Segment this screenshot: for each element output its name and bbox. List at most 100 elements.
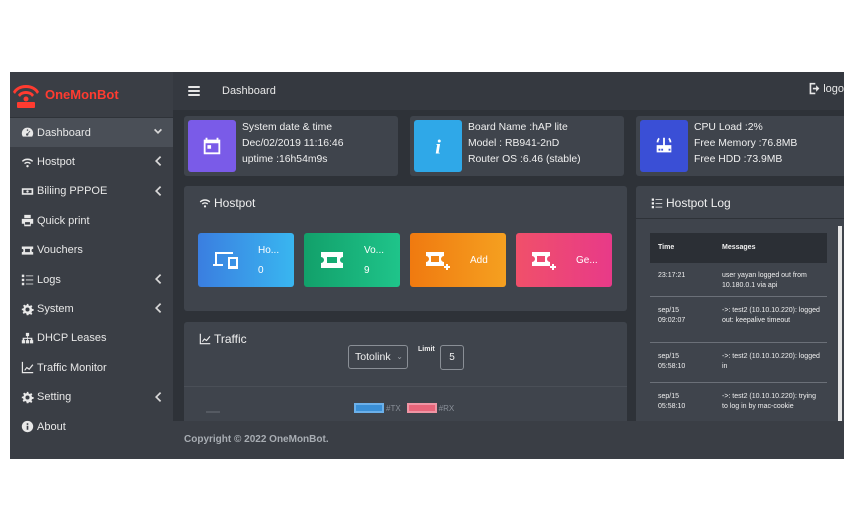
copyright-text: Copyright © 2022 OneMonBot. bbox=[184, 434, 329, 445]
wifi-icon bbox=[20, 156, 35, 169]
info-box-resources: CPU Load :2% Free Memory :76.8MB Free HD… bbox=[636, 116, 844, 176]
footer: Copyright © 2022 OneMonBot. bbox=[173, 421, 844, 459]
wifi-logo-icon bbox=[13, 84, 39, 108]
sidebar-item-logs[interactable]: Logs bbox=[10, 265, 173, 294]
sidebar-item-billing-pppoe[interactable]: Biliing PPPOE bbox=[10, 177, 173, 206]
logout-icon bbox=[809, 82, 820, 95]
board-name: Board Name :hAP lite bbox=[468, 122, 568, 133]
sidebar-item-dashboard[interactable]: Dashboard bbox=[10, 118, 173, 148]
sidebar-item-setting[interactable]: Setting bbox=[10, 383, 173, 412]
chevron-down-icon bbox=[153, 126, 163, 138]
tx-legend-swatch bbox=[354, 403, 384, 413]
system-date-title: System date & time bbox=[242, 122, 333, 133]
log-message: ->: test2 (10.10.10.220): trying to log … bbox=[722, 393, 816, 410]
vouchers-tile[interactable]: Vo... 9 bbox=[304, 233, 400, 287]
table-row: sep/15 05:58:10 ->: test2 (10.10.10.220)… bbox=[650, 343, 827, 383]
print-icon bbox=[20, 214, 35, 227]
router-icon bbox=[640, 120, 688, 172]
traffic-divider bbox=[184, 386, 627, 387]
sidebar-item-label: Logs bbox=[37, 273, 61, 286]
interface-select[interactable]: Totolink ⌄ bbox=[348, 345, 408, 369]
info-box-board: i Board Name :hAP lite Model : RB941-2nD… bbox=[410, 116, 624, 176]
sidebar-item-label: Vouchers bbox=[37, 244, 83, 257]
chevron-down-icon: ⌄ bbox=[396, 352, 403, 361]
chart-icon bbox=[20, 361, 35, 374]
hostpot-log-title: Hostpot Log bbox=[666, 196, 731, 210]
traffic-card: Traffic Totolink ⌄ Limit 5 #TX #RX bbox=[184, 322, 627, 432]
system-date-value: Dec/02/2019 11:16:46 bbox=[242, 138, 344, 149]
table-row: sep/15 09:02:07 ->: test2 (10.10.10.220)… bbox=[650, 297, 827, 343]
uptime-value: uptime :16h54m9s bbox=[242, 154, 328, 165]
dashboard-icon bbox=[20, 126, 35, 139]
chevron-left-icon bbox=[153, 185, 163, 197]
sidebar-item-hostpot[interactable]: Hostpot bbox=[10, 147, 173, 176]
log-header-messages: Messages bbox=[722, 244, 756, 251]
info-icon: i bbox=[414, 120, 462, 172]
sidebar-item-about[interactable]: About bbox=[10, 412, 173, 441]
sitemap-icon bbox=[20, 332, 35, 345]
log-time: 23:17:21 bbox=[658, 272, 686, 279]
sidebar-item-dhcp-leases[interactable]: DHCP Leases bbox=[10, 324, 173, 353]
topbar: Dashboard logo bbox=[173, 72, 844, 110]
scrollbar[interactable] bbox=[838, 226, 842, 421]
brand[interactable]: OneMonBot bbox=[10, 72, 173, 118]
sidebar-item-quick-print[interactable]: Quick print bbox=[10, 206, 173, 235]
log-time: sep/15 09:02:07 bbox=[658, 307, 686, 324]
ticket-icon bbox=[20, 244, 35, 257]
tile-count: 9 bbox=[364, 265, 370, 276]
add-voucher-tile[interactable]: Add bbox=[410, 233, 506, 287]
money-icon bbox=[20, 185, 35, 198]
tile-label: Ge... bbox=[576, 255, 598, 266]
rx-legend-label: #RX bbox=[438, 403, 455, 413]
hostpot-log-card: Hostpot Log Time Messages 23:17:21 user … bbox=[636, 186, 844, 432]
menu-toggle-icon[interactable] bbox=[188, 86, 200, 96]
router-os: Router OS :6.46 (stable) bbox=[468, 154, 581, 165]
sidebar-item-label: Hostpot bbox=[37, 156, 75, 169]
ticket-add-icon bbox=[530, 249, 558, 271]
info-box-system-time: System date & time Dec/02/2019 11:16:46 … bbox=[184, 116, 398, 176]
log-message: user yayan logged out from 10.180.0.1 vi… bbox=[722, 272, 807, 289]
chart-axis-stub bbox=[206, 411, 220, 413]
limit-input[interactable]: 5 bbox=[440, 345, 464, 370]
log-table-header: Time Messages bbox=[650, 233, 827, 263]
sidebar-item-label: Setting bbox=[37, 391, 72, 404]
sidebar-item-label: Traffic Monitor bbox=[37, 361, 107, 374]
free-memory: Free Memory :76.8MB bbox=[694, 138, 798, 149]
sidebar-item-label: About bbox=[37, 420, 66, 433]
free-hdd: Free HDD :73.9MB bbox=[694, 154, 783, 165]
sidebar-item-vouchers[interactable]: Vouchers bbox=[10, 236, 173, 265]
sidebar-item-label: DHCP Leases bbox=[37, 332, 107, 345]
chevron-left-icon bbox=[153, 391, 163, 403]
traffic-card-title: Traffic bbox=[214, 332, 247, 346]
logout-link[interactable]: logo bbox=[808, 82, 844, 95]
hostpot-card: Hostpot Ho... 0 Vo... 9 Add Ge... bbox=[184, 186, 627, 311]
info-icon bbox=[20, 420, 35, 433]
cog-icon bbox=[20, 391, 35, 404]
chart-icon bbox=[199, 333, 211, 345]
interface-select-value: Totolink bbox=[355, 351, 391, 363]
gear-icon bbox=[20, 303, 35, 316]
calendar-icon bbox=[188, 120, 236, 172]
list-icon bbox=[651, 198, 663, 209]
generate-voucher-tile[interactable]: Ge... bbox=[516, 233, 612, 287]
sidebar-nav: Dashboard Hostpot Biliing PPPOE Quick pr… bbox=[10, 118, 173, 441]
log-message: ->: test2 (10.10.10.220): logged in bbox=[722, 353, 820, 370]
sidebar-item-label: Biliing PPPOE bbox=[37, 185, 108, 198]
sidebar-item-traffic-monitor[interactable]: Traffic Monitor bbox=[10, 353, 173, 382]
tile-label: Add bbox=[470, 255, 488, 266]
chevron-left-icon bbox=[153, 155, 163, 167]
cpu-load: CPU Load :2% bbox=[694, 122, 763, 133]
board-model: Model : RB941-2nD bbox=[468, 138, 560, 149]
sidebar-item-label: System bbox=[37, 303, 74, 316]
tx-legend-label: #TX bbox=[386, 403, 401, 413]
chevron-left-icon bbox=[153, 302, 163, 314]
log-time: sep/15 05:58:10 bbox=[658, 393, 686, 410]
sidebar-item-system[interactable]: System bbox=[10, 294, 173, 323]
wifi-icon bbox=[199, 199, 211, 208]
sidebar-item-label: Quick print bbox=[37, 214, 90, 227]
log-header-time: Time bbox=[658, 244, 675, 251]
main-content: System date & time Dec/02/2019 11:16:46 … bbox=[173, 110, 844, 432]
log-time: sep/15 05:58:10 bbox=[658, 353, 686, 370]
hotspot-active-tile[interactable]: Ho... 0 bbox=[198, 233, 294, 287]
logout-label: logo bbox=[823, 82, 844, 95]
